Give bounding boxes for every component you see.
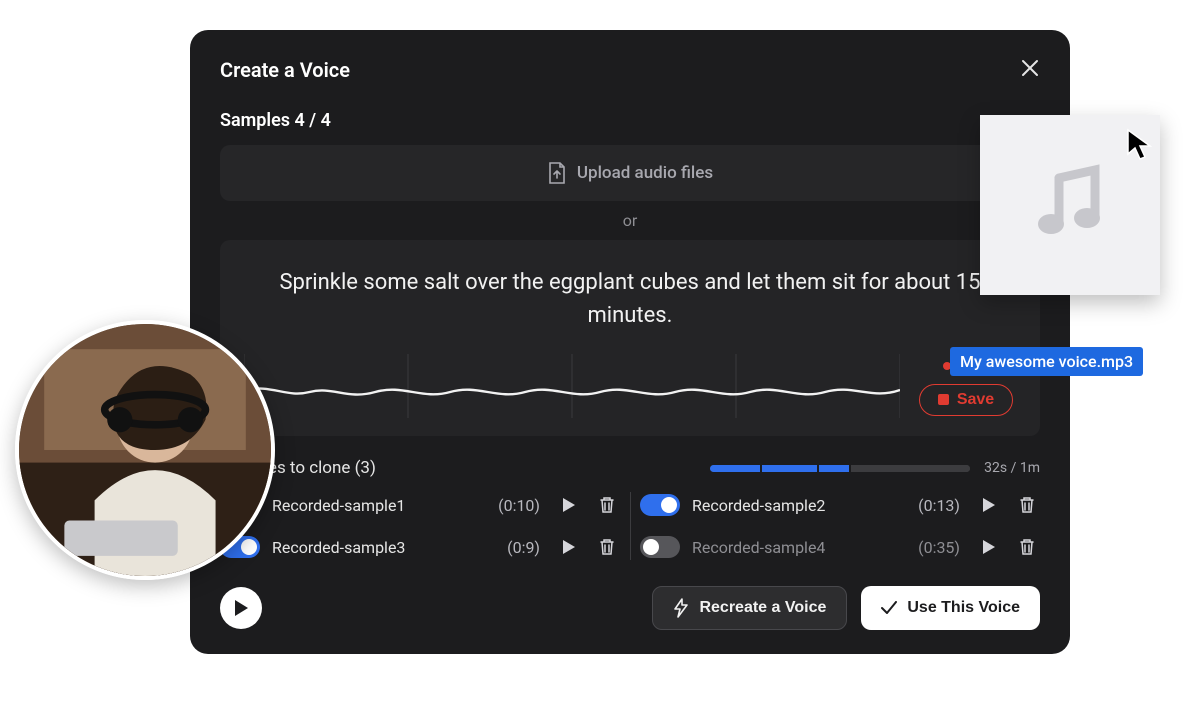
trash-icon [1019, 538, 1035, 556]
sample-toggle[interactable] [640, 494, 680, 516]
sample-toggle[interactable] [640, 536, 680, 558]
sample-delete-button[interactable] [594, 492, 620, 518]
sample-duration: (0:35) [918, 538, 960, 557]
sample-name: Recorded-sample2 [692, 496, 906, 515]
preview-play-button[interactable] [220, 587, 262, 629]
save-recording-button[interactable]: Save [919, 384, 1013, 416]
recording-panel: Sprinkle some salt over the eggplant cub… [220, 240, 1040, 436]
modal-footer: Recreate a Voice Use This Voice [220, 586, 1040, 630]
sample-duration: (0:13) [918, 496, 960, 515]
sample-item: Recorded-sample4 (0:35) [640, 530, 1040, 564]
sample-item: Recorded-sample2 (0:13) [640, 488, 1040, 522]
use-label: Use This Voice [907, 599, 1020, 617]
user-avatar [15, 320, 275, 580]
close-button[interactable] [1020, 58, 1040, 82]
stop-icon [938, 394, 949, 405]
sample-play-button[interactable] [556, 534, 582, 560]
progress-bar [710, 465, 970, 472]
or-divider: or [220, 211, 1040, 230]
sample-delete-button[interactable] [1014, 534, 1040, 560]
play-icon [562, 497, 576, 513]
trash-icon [1019, 496, 1035, 514]
upload-dropzone[interactable]: Upload audio files [220, 145, 1040, 201]
sample-play-button[interactable] [976, 492, 1002, 518]
trash-icon [599, 538, 615, 556]
sample-name: Recorded-sample4 [692, 538, 906, 557]
prompt-sentence: Sprinkle some salt over the eggplant cub… [244, 266, 1016, 332]
play-icon [982, 539, 996, 555]
save-label: Save [957, 391, 994, 409]
upload-file-icon [547, 161, 567, 185]
play-icon [233, 599, 249, 617]
close-icon [1020, 58, 1040, 78]
sample-play-button[interactable] [556, 492, 582, 518]
total-duration-progress: 32s / 1m [710, 460, 1040, 476]
music-note-icon [1025, 160, 1115, 250]
create-voice-modal: Create a Voice Samples 4 / 4 Upload audi… [190, 30, 1070, 654]
sample-item: Recorded-sample3 (0:9) [220, 530, 620, 564]
sample-duration: (0:10) [498, 496, 540, 515]
sample-play-button[interactable] [976, 534, 1002, 560]
trash-icon [599, 496, 615, 514]
sample-delete-button[interactable] [594, 534, 620, 560]
progress-text: 32s / 1m [984, 460, 1040, 476]
modal-header: Create a Voice [220, 58, 1040, 82]
recreate-voice-button[interactable]: Recreate a Voice [652, 586, 847, 630]
use-voice-button[interactable]: Use This Voice [861, 586, 1040, 630]
sample-duration: (0:9) [507, 538, 540, 557]
recreate-label: Recreate a Voice [699, 599, 826, 617]
modal-title: Create a Voice [220, 58, 350, 82]
upload-label: Upload audio files [577, 163, 713, 183]
play-icon [982, 497, 996, 513]
samples-count-label: Samples 4 / 4 [220, 110, 1040, 131]
cursor-icon [1125, 128, 1155, 158]
sample-delete-button[interactable] [1014, 492, 1040, 518]
play-icon [562, 539, 576, 555]
dragged-file-name: My awesome voice.mp3 [950, 347, 1143, 376]
sample-name: Recorded-sample3 [272, 538, 495, 557]
check-icon [881, 601, 897, 615]
waveform-row: 0:05 Save [244, 354, 1016, 418]
sample-name: Recorded-sample1 [272, 496, 486, 515]
samples-to-clone-header: Samples to clone (3) 32s / 1m [220, 458, 1040, 478]
sample-item: Recorded-sample1 (0:10) [220, 488, 620, 522]
waveform [244, 354, 900, 418]
sample-grid: Recorded-sample1 (0:10) Recorded-sample2… [220, 488, 1040, 564]
lightning-icon [673, 598, 689, 618]
